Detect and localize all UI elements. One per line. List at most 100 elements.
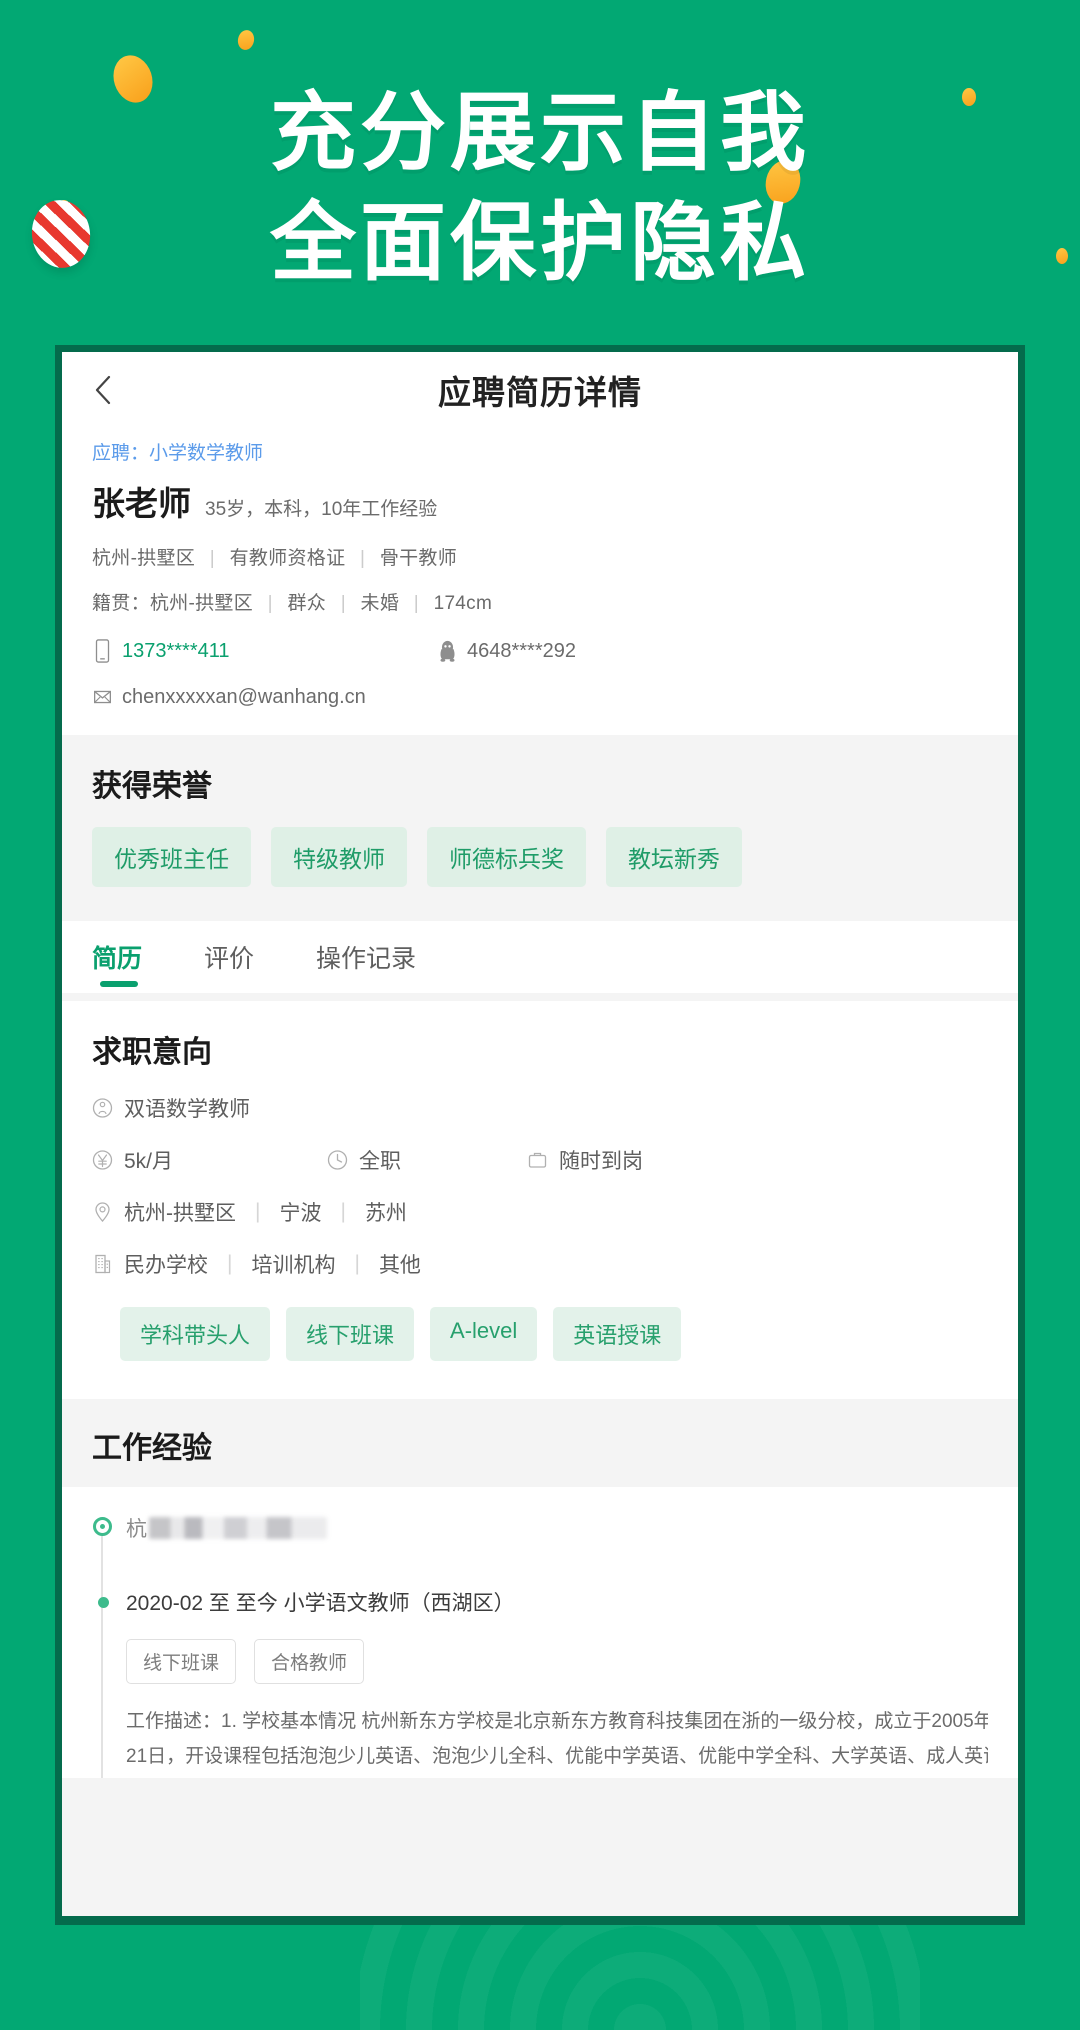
phone-number: 1373****411: [122, 639, 230, 662]
work-description: 工作描述：1. 学校基本情况 杭州新东方学校是北京新东方教育科技集团在浙的一级分…: [126, 1704, 988, 1774]
school-type-2: 培训机构: [251, 1254, 336, 1277]
work-entry-date: 2020-02 至 至今 小学语文教师（西湖区）: [98, 1587, 988, 1617]
intention-chip-list: 学科带头人 线下班课 A-level 英语授课: [120, 1307, 988, 1361]
attr-certificate: 有教师资格证: [229, 548, 346, 569]
phone-contact[interactable]: 1373****411: [92, 639, 437, 663]
political-status: 群众: [287, 593, 327, 614]
envelope-icon: [92, 685, 113, 709]
timeline-dot-icon: [93, 1517, 112, 1536]
school-type-3: 其他: [378, 1254, 421, 1277]
honor-chip: 教坛新秀: [606, 827, 742, 887]
intention-salary-cell: 5k/月: [92, 1145, 327, 1175]
work-description-line-2: 21日，开设课程包括泡泡少儿英语、泡泡少儿全科、优能中学英语、优能中学全科、大学…: [126, 1746, 988, 1768]
intention-position: 双语数学教师: [124, 1098, 250, 1121]
work-company-item: 杭: [93, 1513, 988, 1543]
divider: |: [227, 1252, 233, 1275]
contact-row-primary: 1373****411 4648****292: [92, 639, 988, 663]
work-description-line-1: 工作描述：1. 学校基本情况 杭州新东方学校是北京新东方教育科技集团在浙的一级分…: [126, 1711, 988, 1732]
honors-chip-list: 优秀班主任 特级教师 师德标兵奖 教坛新秀: [92, 827, 988, 887]
divider: |: [354, 1252, 360, 1275]
yuan-currency-icon: [92, 1148, 113, 1172]
building-icon: [92, 1252, 113, 1276]
intention-jobtype-cell: 全职: [327, 1145, 527, 1175]
intention-location-3: 苏州: [364, 1202, 407, 1225]
privacy-blur-overlay: [149, 1517, 327, 1539]
banner-headline-line-2: 全面保护隐私: [270, 193, 810, 294]
origin-label: 籍贯：: [92, 593, 150, 614]
attr-title: 骨干教师: [379, 548, 458, 569]
divider: |: [340, 593, 346, 614]
work-experience-body: 杭 2020-02 至 至今 小学语文教师（西湖区） 线下班课 合格教师 工作描…: [62, 1487, 1018, 1779]
intention-salary: 5k/月: [124, 1150, 174, 1173]
job-intention-section: 求职意向 双语数学教师 5k/月 全职 随时到岗 杭州-拱墅区 | 宁波 | 苏…: [62, 1001, 1018, 1399]
divider: |: [255, 1200, 261, 1223]
honor-chip: 特级教师: [271, 827, 407, 887]
section-divider: [62, 993, 1018, 1001]
banner-headline: 充分展示自我 全面保护隐私: [0, 78, 1080, 298]
intention-availability: 随时到岗: [559, 1150, 643, 1173]
honor-chip: 师德标兵奖: [427, 827, 586, 887]
divider: |: [359, 548, 366, 569]
tab-resume[interactable]: 简历: [92, 921, 204, 993]
candidate-name-row: 张老师 35岁，本科，10年工作经验: [92, 477, 988, 525]
navigation-bar: 应聘简历详情: [62, 352, 1018, 428]
intention-chip: 学科带头人: [120, 1307, 271, 1361]
intention-chip: A-level: [430, 1307, 538, 1361]
apply-position-label[interactable]: 应聘：小学数学教师: [92, 428, 988, 465]
tab-bar: 简历 评价 操作记录: [62, 921, 1018, 993]
work-entry-text: 2020-02 至 至今 小学语文教师（西湖区）: [126, 1592, 515, 1615]
basic-info-section: 应聘：小学数学教师 张老师 35岁，本科，10年工作经验 杭州-拱墅区 | 有教…: [62, 428, 1018, 735]
honor-chip: 优秀班主任: [92, 827, 251, 887]
intention-position-row: 双语数学教师: [92, 1093, 988, 1123]
candidate-attributes-line: 杭州-拱墅区 | 有教师资格证 | 骨干教师: [92, 543, 988, 570]
marital-status: 未婚: [360, 593, 400, 614]
job-intention-title: 求职意向: [92, 1036, 212, 1069]
intention-availability-cell: 随时到岗: [527, 1145, 643, 1175]
decorative-dot: [236, 28, 256, 52]
work-chip: 合格教师: [254, 1639, 365, 1684]
intention-school-types-row: 民办学校 | 培训机构 | 其他: [92, 1249, 988, 1279]
tab-reviews[interactable]: 评价: [204, 921, 316, 993]
work-chip: 线下班课: [126, 1639, 237, 1684]
candidate-meta: 35岁，本科，10年工作经验: [205, 499, 438, 520]
intention-jobtype: 全职: [359, 1150, 401, 1173]
map-pin-icon: [92, 1200, 113, 1224]
qq-number: 4648****292: [467, 639, 576, 662]
intention-location-1: 杭州-拱墅区: [124, 1202, 236, 1225]
briefcase-icon: [527, 1148, 548, 1172]
work-chip-list: 线下班课 合格教师: [126, 1639, 988, 1684]
intention-locations-row: 杭州-拱墅区 | 宁波 | 苏州: [92, 1197, 988, 1227]
email-address: chenxxxxxan@wanhang.cn: [122, 685, 366, 708]
divider: |: [340, 1200, 346, 1223]
mobile-phone-icon: [92, 639, 113, 663]
promo-banner: 充分展示自我 全面保护隐私: [0, 0, 1080, 340]
intention-chip: 线下班课: [286, 1307, 415, 1361]
company-name-prefix: 杭: [126, 1518, 147, 1541]
banner-headline-line-1: 充分展示自我: [270, 83, 810, 183]
company-name-masked: 杭: [126, 1513, 988, 1543]
chevron-left-icon[interactable]: [86, 373, 120, 407]
email-contact[interactable]: chenxxxxxan@wanhang.cn: [92, 685, 366, 709]
intention-chip: 英语授课: [553, 1307, 682, 1361]
honors-section: 获得荣誉 优秀班主任 特级教师 师德标兵奖 教坛新秀: [62, 735, 1018, 921]
divider: |: [413, 593, 419, 614]
screen-bottom-spacer: [62, 1778, 1018, 1899]
origin-place: 杭州-拱墅区: [149, 593, 254, 614]
app-screen: 应聘简历详情 应聘：小学数学教师 张老师 35岁，本科，10年工作经验 杭州-拱…: [62, 352, 1018, 1916]
intention-location-2: 宁波: [279, 1202, 322, 1225]
tab-operation-log[interactable]: 操作记录: [316, 921, 478, 993]
candidate-origin-line: 籍贯：杭州-拱墅区 | 群众 | 未婚 | 174cm: [92, 588, 988, 615]
work-entry-item: 2020-02 至 至今 小学语文教师（西湖区） 线下班课 合格教师 工作描述：…: [98, 1587, 988, 1774]
height-value: 174cm: [433, 593, 493, 614]
divider: |: [209, 548, 215, 569]
contact-row-email: chenxxxxxan@wanhang.cn: [92, 685, 988, 735]
work-experience-title: 工作经验: [92, 1432, 212, 1465]
divider: |: [267, 593, 273, 614]
attr-location: 杭州-拱墅区: [92, 548, 196, 569]
candidate-name: 张老师: [92, 485, 191, 522]
timeline-dot-small-icon: [98, 1597, 109, 1608]
clock-icon: [327, 1148, 348, 1172]
page-title: 应聘简历详情: [438, 374, 642, 411]
qq-contact[interactable]: 4648****292: [437, 639, 576, 663]
person-badge-icon: [92, 1096, 113, 1120]
